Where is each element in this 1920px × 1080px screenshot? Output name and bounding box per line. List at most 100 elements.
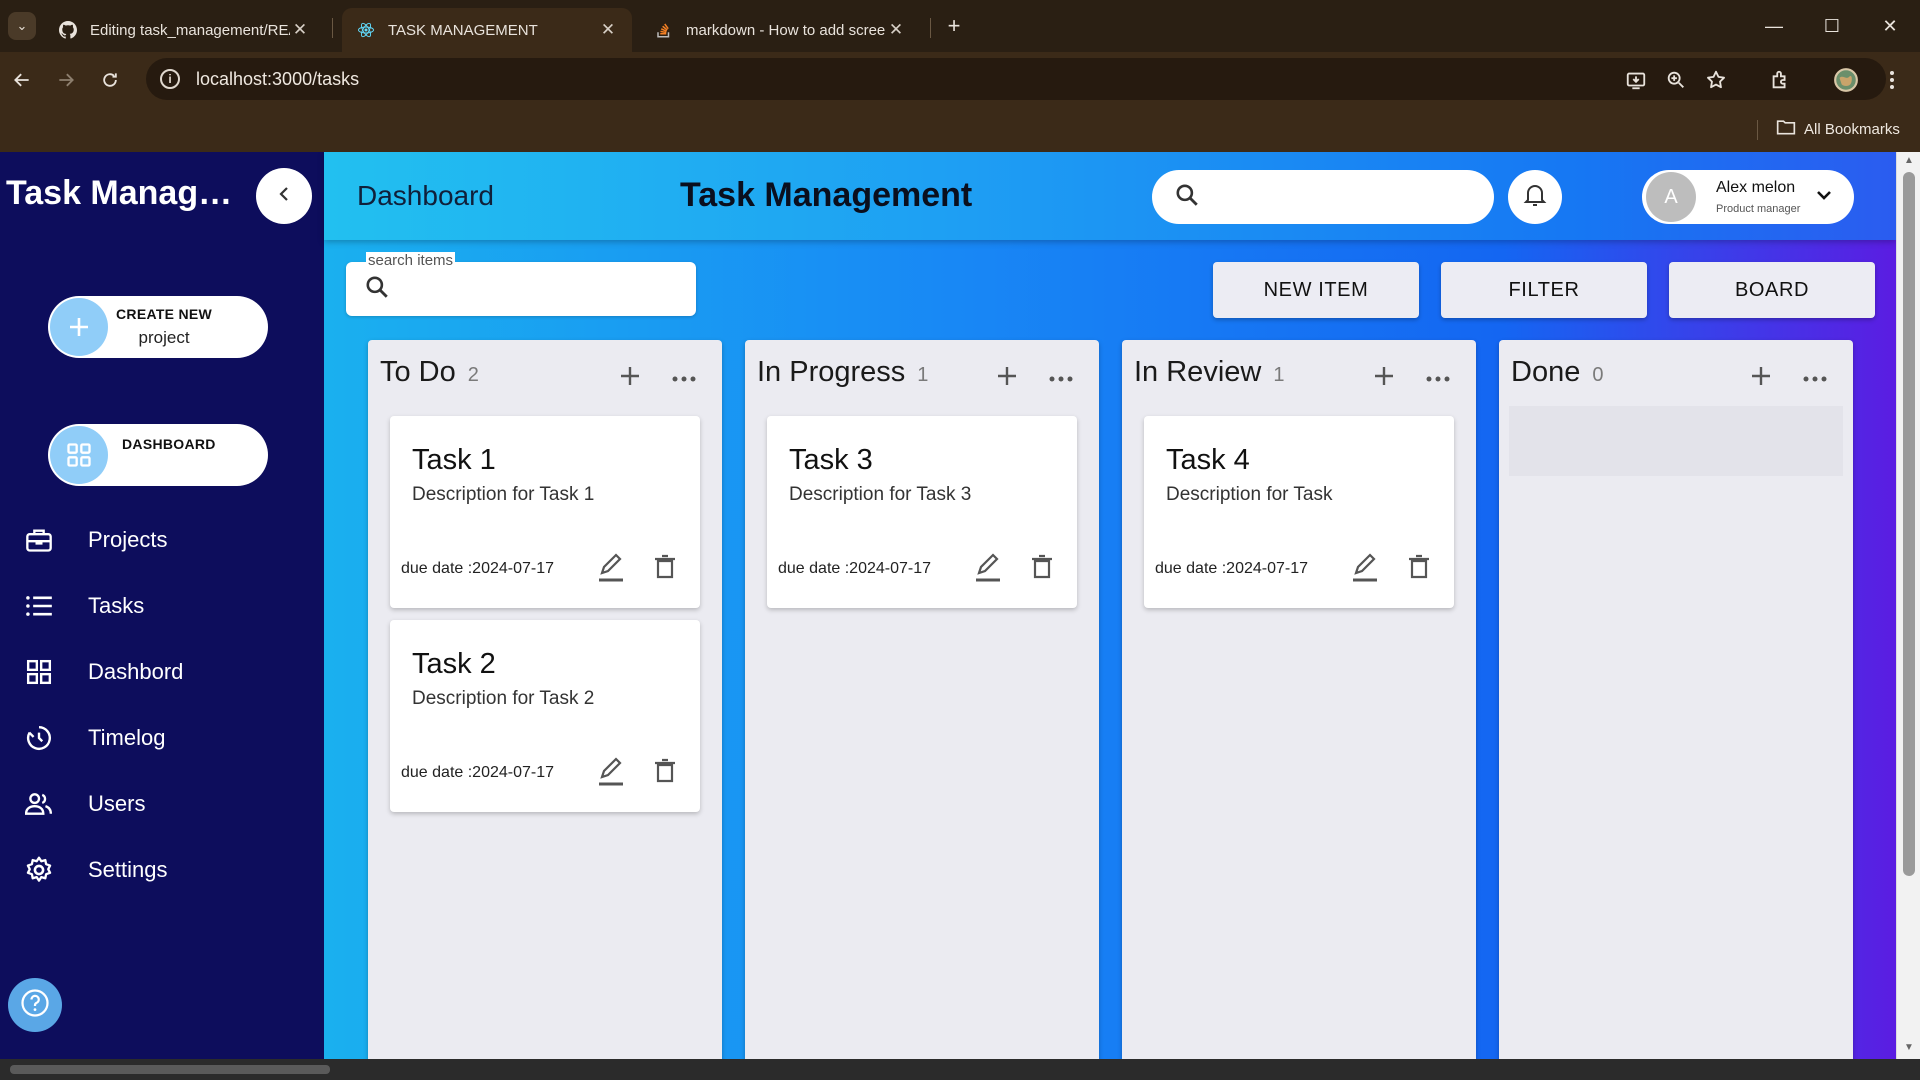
tab-divider <box>332 18 333 38</box>
column-count: 1 <box>1273 364 1285 386</box>
create-new-label: CREATE NEW <box>116 306 213 322</box>
delete-task-button[interactable] <box>1402 552 1436 586</box>
column-options-button[interactable] <box>1799 362 1831 394</box>
page-viewport: Task Management CREATE NEW project <box>0 152 1920 1059</box>
search-items-label: search items <box>366 252 456 269</box>
task-card[interactable]: Task 3 Description for Task 3 due date :… <box>767 416 1077 608</box>
edit-task-button[interactable] <box>594 552 628 586</box>
delete-task-button[interactable] <box>1025 552 1059 586</box>
sidebar-item-dashbord[interactable]: Dashbord <box>24 650 314 694</box>
sidebar-item-projects[interactable]: Projects <box>24 518 314 562</box>
trash-icon <box>1408 554 1430 585</box>
close-window-button[interactable]: ✕ <box>1861 0 1919 52</box>
reload-button[interactable] <box>94 64 126 96</box>
tab-stackoverflow[interactable]: markdown - How to add screenshot ✕ <box>640 8 920 52</box>
close-icon[interactable]: ✕ <box>598 20 618 40</box>
bookmark-star-icon[interactable] <box>1698 62 1734 98</box>
main-content: Dashboard Task Management A Alex melon P… <box>324 152 1896 1059</box>
header-search-input[interactable] <box>1152 170 1494 224</box>
tab-task-management[interactable]: TASK MANAGEMENT ✕ <box>342 8 632 52</box>
column-done: Done 0 <box>1499 340 1853 1059</box>
create-project-button[interactable]: CREATE NEW project <box>48 296 268 358</box>
new-item-button[interactable]: NEW ITEM <box>1213 262 1419 318</box>
user-menu[interactable]: A Alex melon Product manager <box>1642 170 1854 224</box>
forward-button[interactable] <box>50 64 82 96</box>
task-card[interactable]: Task 4 Description for Task due date :20… <box>1144 416 1454 608</box>
info-icon[interactable]: i <box>160 69 180 89</box>
trash-icon <box>654 758 676 789</box>
column-options-button[interactable] <box>668 362 700 394</box>
close-icon[interactable]: ✕ <box>290 20 310 40</box>
new-tab-button[interactable]: + <box>940 12 968 40</box>
filter-button[interactable]: FILTER <box>1441 262 1647 318</box>
task-description: Description for Task 2 <box>412 688 595 709</box>
list-icon <box>24 591 54 621</box>
vertical-scrollbar[interactable]: ▲ ▼ <box>1896 152 1920 1059</box>
add-task-button[interactable] <box>991 362 1023 394</box>
delete-task-button[interactable] <box>648 552 682 586</box>
plus-icon <box>996 365 1018 392</box>
collapse-sidebar-button[interactable] <box>256 168 312 224</box>
task-title: Task 3 <box>789 444 873 476</box>
user-role: Product manager <box>1716 203 1801 215</box>
column-to-do: To Do 2 Task 1 Description for Task 1 du… <box>368 340 722 1059</box>
delete-task-button[interactable] <box>648 756 682 790</box>
add-task-button[interactable] <box>1368 362 1400 394</box>
board-button[interactable]: BOARD <box>1669 262 1875 318</box>
scrollbar-thumb[interactable] <box>1903 172 1915 876</box>
search-items-input[interactable] <box>346 262 696 316</box>
sidebar-item-timelog[interactable]: Timelog <box>24 716 314 760</box>
column-options-button[interactable] <box>1045 362 1077 394</box>
profile-icon[interactable] <box>1828 62 1864 98</box>
all-bookmarks-button[interactable]: All Bookmarks <box>1776 118 1900 140</box>
scrollbar-thumb[interactable] <box>10 1065 330 1074</box>
edit-task-button[interactable] <box>594 756 628 790</box>
task-description: Description for Task 3 <box>789 484 972 505</box>
sidebar-item-tasks[interactable]: Tasks <box>24 584 314 628</box>
project-label: project <box>138 328 190 347</box>
add-task-button[interactable] <box>1745 362 1777 394</box>
task-card[interactable]: Task 2 Description for Task 2 due date :… <box>390 620 700 812</box>
stackoverflow-icon <box>654 20 674 40</box>
extensions-icon[interactable] <box>1762 62 1798 98</box>
dashboard-pill-label: DASHBOARD <box>122 436 216 452</box>
install-app-icon[interactable] <box>1618 62 1654 98</box>
edit-icon <box>1350 551 1380 588</box>
zoom-icon[interactable] <box>1658 62 1694 98</box>
edit-task-button[interactable] <box>971 552 1005 586</box>
column-count: 1 <box>917 364 929 386</box>
menu-kebab-icon[interactable] <box>1874 62 1910 98</box>
column-options-button[interactable] <box>1422 362 1454 394</box>
sidebar-item-settings[interactable]: Settings <box>24 848 314 892</box>
scroll-down-arrow-icon[interactable]: ▼ <box>1901 1042 1917 1056</box>
search-icon <box>364 274 390 305</box>
dashboard-pill-button[interactable]: DASHBOARD <box>48 424 268 486</box>
bookmarks-bar: All Bookmarks <box>0 108 1920 152</box>
help-button[interactable] <box>8 978 62 1032</box>
empty-drop-zone[interactable] <box>1509 406 1843 476</box>
maximize-button[interactable]: ☐ <box>1803 0 1861 52</box>
scroll-up-arrow-icon[interactable]: ▲ <box>1901 155 1917 169</box>
tab-github[interactable]: Editing task_management/README.md ✕ <box>44 8 324 52</box>
react-icon <box>356 20 376 40</box>
grid-icon <box>24 657 54 687</box>
sidebar-item-label: Settings <box>88 857 168 882</box>
column-title: To Do <box>380 356 456 388</box>
task-title: Task 4 <box>1166 444 1250 476</box>
timer-icon <box>24 723 54 753</box>
plus-icon <box>619 365 641 392</box>
task-due-date: due date :2024-07-17 <box>1155 560 1309 577</box>
sidebar-item-users[interactable]: Users <box>24 782 314 826</box>
notifications-button[interactable] <box>1508 170 1562 224</box>
breadcrumb[interactable]: Dashboard <box>357 180 494 212</box>
user-name: Alex melon <box>1716 179 1796 196</box>
tab-label: markdown - How to add screenshot <box>686 21 886 39</box>
horizontal-scrollbar[interactable] <box>0 1059 1920 1080</box>
back-button[interactable] <box>6 64 38 96</box>
close-icon[interactable]: ✕ <box>886 20 906 40</box>
add-task-button[interactable] <box>614 362 646 394</box>
edit-task-button[interactable] <box>1348 552 1382 586</box>
tab-search-button[interactable]: ⌄ <box>8 12 36 40</box>
task-card[interactable]: Task 1 Description for Task 1 due date :… <box>390 416 700 608</box>
minimize-button[interactable]: — <box>1745 0 1803 52</box>
